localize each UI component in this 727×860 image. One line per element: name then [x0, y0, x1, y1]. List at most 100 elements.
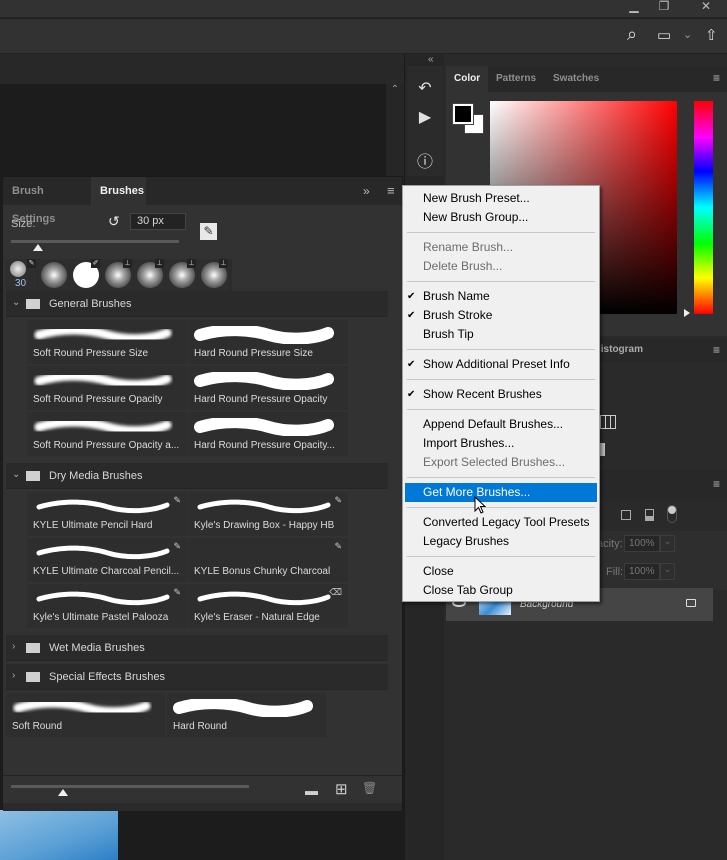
delete-brush-icon[interactable]: 🗑 [362, 781, 377, 795]
artboard-lock-icon[interactable] [645, 509, 654, 521]
menu-item[interactable]: ✔ Show Additional Preset Info [405, 355, 597, 374]
histogram-menu-icon[interactable]: ≡ [713, 343, 720, 357]
workspace-icon[interactable]: ▭ [657, 26, 671, 44]
reset-size-icon[interactable]: ↺ [108, 213, 120, 230]
menu-item[interactable]: New Brush Group... [405, 208, 597, 227]
hue-slider[interactable] [694, 101, 713, 314]
menu-item[interactable]: Converted Legacy Tool Presets [405, 513, 597, 532]
tab-histogram[interactable]: listogram [598, 344, 643, 355]
preview-size-slider-thumb[interactable] [58, 789, 69, 796]
brush-preset[interactable]: Kyle's Drawing Box - Happy HB ✎ [188, 492, 348, 536]
new-group-icon[interactable]: ▬ [305, 783, 318, 798]
tab-patterns[interactable]: Patterns [488, 66, 544, 92]
folder-icon [26, 471, 40, 481]
grid-icon[interactable] [600, 415, 616, 429]
menu-item[interactable]: Append Default Brushes... [405, 415, 597, 434]
brush-preset[interactable]: Soft Round [6, 693, 165, 737]
menu-item[interactable]: Import Brushes... [405, 434, 597, 453]
chevron-down-icon[interactable]: ⌄ [12, 469, 20, 480]
opacity-input[interactable]: 100% [624, 535, 660, 552]
color-panel-menu-icon[interactable]: ≡ [713, 71, 720, 85]
brush-type-icon: ⊥ [219, 259, 228, 268]
info-icon[interactable]: ⓘ [414, 148, 436, 172]
menu-item[interactable]: Legacy Brushes [405, 532, 597, 551]
panel-resize-gripper[interactable] [3, 803, 402, 811]
layers-menu-icon[interactable]: ≡ [713, 477, 720, 491]
brush-group-header[interactable]: › Wet Media Brushes [6, 635, 388, 661]
brush-group-header[interactable]: ⌄ General Brushes [6, 291, 388, 317]
brush-preset[interactable]: Kyle's Ultimate Pastel Palooza ✎ [27, 584, 187, 628]
size-slider-track[interactable] [11, 240, 179, 243]
brush-preset[interactable]: Soft Round Pressure Size [27, 320, 187, 364]
brush-preset[interactable]: Soft Round Pressure Opacity a... [27, 412, 187, 456]
filter-toggle[interactable] [667, 505, 677, 523]
hue-slider-thumb[interactable] [684, 309, 690, 317]
menu-item[interactable]: Close Tab Group [405, 581, 597, 600]
search-icon[interactable]: ⌕ [627, 24, 637, 45]
menu-item[interactable]: ✔ Show Recent Brushes [405, 385, 597, 404]
brush-preset[interactable]: Soft Round Pressure Opacity [27, 366, 187, 410]
brush-tool-icon: ✎ [334, 495, 342, 505]
brush-preset[interactable]: KYLE Ultimate Charcoal Pencil... ✎ [27, 538, 187, 582]
recent-brush[interactable]: ⊥ [166, 259, 197, 290]
brush-preset[interactable]: Hard Round [167, 693, 326, 737]
history-icon[interactable]: ↶ [414, 78, 436, 98]
recent-brush-size: 30 [15, 278, 27, 289]
menu-separator [407, 379, 595, 380]
brush-preset[interactable]: Hard Round Pressure Size [188, 320, 348, 364]
brush-preset[interactable]: KYLE Bonus Chunky Charcoal ✎ [188, 538, 348, 582]
panel-menu-icon[interactable]: ≡ [387, 183, 395, 198]
menu-item[interactable]: ✔ Brush Name [405, 287, 597, 306]
new-brush-icon[interactable]: ⊞ [335, 780, 348, 798]
preview-size-slider-track[interactable] [11, 785, 249, 788]
brush-group-name: General Brushes [49, 298, 132, 310]
collapse-panel-icon[interactable]: » [363, 184, 370, 198]
brush-preset[interactable]: KYLE Ultimate Pencil Hard ✎ [27, 492, 187, 536]
menu-item[interactable]: ✔ Brush Stroke [405, 306, 597, 325]
menu-item[interactable]: New Brush Preset... [405, 189, 597, 208]
minimize-icon[interactable]: ▁ [624, 0, 644, 14]
scroll-up-icon[interactable]: ⌃ [391, 84, 399, 95]
recent-brush[interactable]: ✎ 30 [6, 259, 37, 290]
chevron-down-icon[interactable]: ⌄ [12, 297, 20, 308]
size-input[interactable]: 30 px [130, 213, 186, 230]
brush-type-icon: ⊥ [123, 259, 132, 268]
chevron-right-icon[interactable]: › [12, 670, 15, 681]
recent-brush[interactable]: ⊥ [134, 259, 165, 290]
chevron-right-icon[interactable]: › [12, 641, 15, 652]
menu-item[interactable]: Get More Brushes... [405, 483, 597, 502]
size-slider-thumb[interactable] [32, 244, 43, 251]
workspace-chevron-icon[interactable]: ⌄ [683, 28, 692, 41]
menu-item[interactable]: Brush Tip [405, 325, 597, 344]
document-scrollbar[interactable]: ⌃ [386, 84, 404, 184]
actions-play-icon[interactable]: ▶ [414, 107, 436, 127]
brush-group-header[interactable]: ⌄ Dry Media Brushes [6, 463, 388, 489]
tab-color[interactable]: Color [446, 66, 489, 92]
recent-brush[interactable]: ⊥ [198, 259, 229, 290]
restore-icon[interactable]: ❐ [654, 0, 674, 14]
opacity-dropdown-icon[interactable]: ⌄ [660, 535, 675, 552]
menu-item[interactable]: Close [405, 562, 597, 581]
share-icon[interactable]: ⇧ [705, 26, 718, 44]
recent-brush[interactable]: ✐ [70, 259, 101, 290]
tab-brushes[interactable]: Brushes [91, 177, 146, 205]
brush-preset[interactable]: Hard Round Pressure Opacity [188, 366, 348, 410]
tab-brush-settings[interactable]: Brush Settings [3, 177, 91, 225]
transform-lock-icon[interactable] [621, 510, 631, 520]
fill-dropdown-icon[interactable]: ⌄ [660, 563, 675, 580]
tab-swatches[interactable]: Swatches [545, 66, 607, 92]
brush-stroke-preview [194, 416, 334, 437]
recent-brush[interactable]: ⊥ [102, 259, 133, 290]
brushes-panel: Brush Settings Brushes » ≡ Size: ↺ 30 px… [2, 176, 403, 811]
brush-group-header[interactable]: › Special Effects Brushes [6, 664, 388, 690]
collapse-dock-icon[interactable]: « [428, 54, 434, 65]
foreground-color-swatch[interactable] [452, 103, 474, 125]
brush-settings-toggle-icon[interactable]: ✎ [200, 223, 217, 240]
brush-preset[interactable]: Kyle's Eraser - Natural Edge ⌫ [188, 584, 348, 628]
lock-icon[interactable] [686, 599, 696, 607]
recent-brush[interactable] [38, 259, 69, 290]
close-icon[interactable]: ✕ [696, 0, 716, 14]
brush-preset[interactable]: Hard Round Pressure Opacity... [188, 412, 348, 456]
fill-input[interactable]: 100% [624, 563, 660, 580]
brush-name: Hard Round [173, 721, 227, 732]
